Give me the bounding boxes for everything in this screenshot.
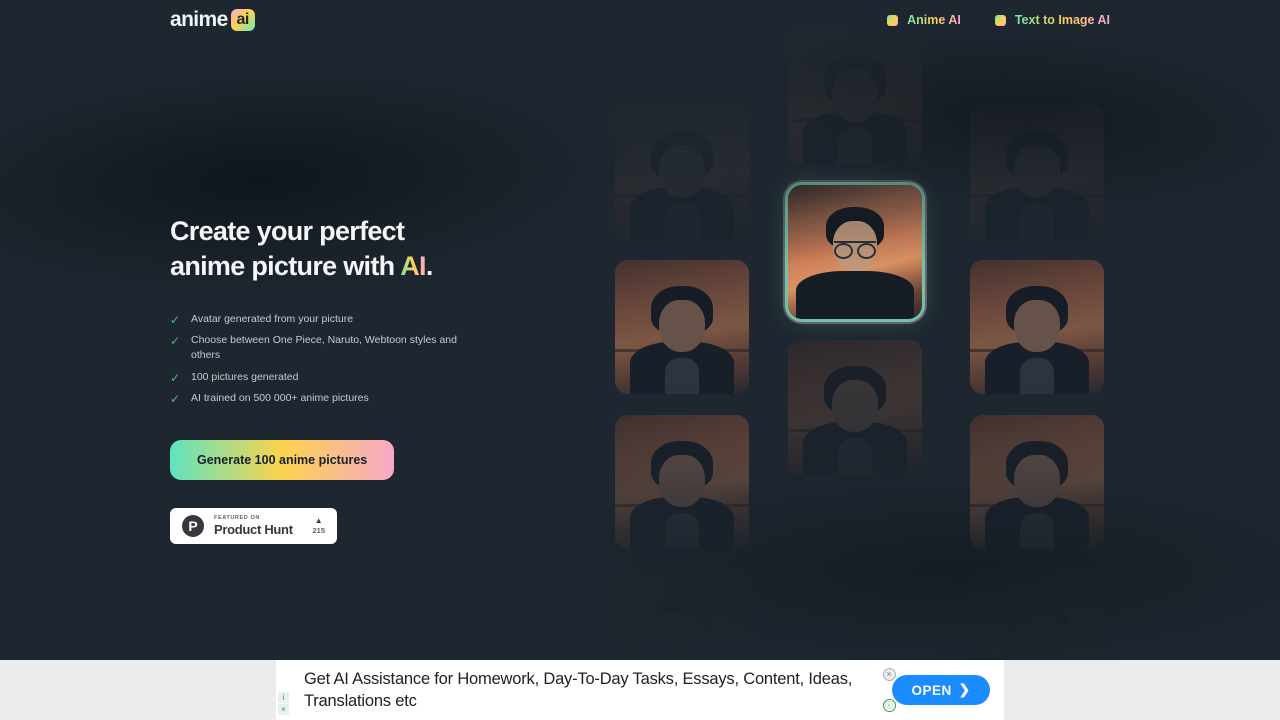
- adchoices-icon[interactable]: ⓘ: [882, 699, 896, 712]
- product-hunt-featured-label: FEATURED ON: [214, 514, 260, 521]
- gallery-grid: [600, 0, 1130, 660]
- hero-section: Create your perfect anime picture with A…: [170, 218, 570, 545]
- product-hunt-logo-icon: P: [182, 515, 204, 538]
- main-nav: Anime AI Text to Image AI: [887, 13, 1110, 27]
- gallery-tile[interactable]: [788, 340, 922, 474]
- chevron-right-icon: ❯: [958, 682, 971, 697]
- product-hunt-name: Product Hunt: [214, 522, 293, 538]
- headline-line-2: anime picture with AI.: [170, 253, 570, 280]
- nav-item-label: Anime AI: [907, 13, 961, 27]
- gallery-tile[interactable]: [615, 570, 749, 660]
- gradient-square-icon: [887, 14, 899, 26]
- logo[interactable]: anime ai: [170, 8, 255, 32]
- feature-label: AI trained on 500 000+ anime pictures: [191, 391, 369, 404]
- headline-accent-ai: AI: [400, 251, 426, 281]
- check-icon: ✓: [170, 334, 181, 349]
- nav-item-text-to-image-ai[interactable]: Text to Image AI: [994, 13, 1110, 27]
- product-hunt-badge[interactable]: P FEATURED ON Product Hunt ▲ 215: [170, 508, 337, 545]
- feature-list: ✓ Avatar generated from your picture ✓ C…: [170, 312, 570, 406]
- feature-label: Choose between One Piece, Naruto, Webtoo…: [191, 334, 457, 362]
- page-root: anime ai Anime AI Text to Image AI Creat…: [0, 0, 1280, 720]
- close-icon[interactable]: ×: [882, 668, 896, 681]
- check-icon: ✓: [170, 313, 181, 327]
- gallery-tile[interactable]: [615, 415, 749, 549]
- gallery-tile[interactable]: [615, 105, 749, 239]
- ad-controls: × ⓘ: [878, 660, 900, 720]
- page-title: Create your perfect anime picture with A…: [170, 218, 570, 280]
- generate-pictures-button[interactable]: Generate 100 anime pictures: [170, 440, 395, 481]
- ad-headline: Get AI Assistance for Homework, Day-To-D…: [304, 669, 853, 710]
- gradient-square-icon: [994, 14, 1006, 26]
- gallery-tile[interactable]: [970, 260, 1104, 394]
- ad-open-button[interactable]: OPEN ❯: [892, 675, 990, 705]
- logo-ai-badge-icon: ai: [230, 9, 255, 31]
- gallery-tile[interactable]: [970, 105, 1104, 239]
- gallery-tile[interactable]: [970, 570, 1104, 660]
- headline-line-1: Create your perfect: [170, 216, 405, 246]
- check-icon: ✓: [170, 370, 181, 385]
- headline-period: .: [425, 251, 433, 281]
- ad-open-label: OPEN: [911, 682, 952, 698]
- list-item: ✓ AI trained on 500 000+ anime pictures: [170, 391, 488, 406]
- product-hunt-text: FEATURED ON Product Hunt: [214, 514, 293, 538]
- gallery-column-2: [788, 30, 922, 495]
- gallery-tile-selected[interactable]: [788, 185, 922, 319]
- list-item: ✓ Choose between One Piece, Naruto, Webt…: [170, 333, 488, 363]
- gallery-column-3: [970, 105, 1104, 660]
- list-item: ✓ Avatar generated from your picture: [170, 312, 488, 327]
- nav-item-label: Text to Image AI: [1014, 13, 1110, 27]
- upvote-arrow-icon: ▲: [314, 516, 323, 526]
- gallery-column-1: [615, 105, 749, 660]
- feature-label: 100 pictures generated: [191, 370, 299, 383]
- list-item: ✓ 100 pictures generated: [170, 370, 488, 385]
- feature-label: Avatar generated from your picture: [191, 313, 354, 325]
- upvote-count: 215: [312, 526, 325, 536]
- ad-dismiss-icon[interactable]: ×: [278, 704, 289, 715]
- nav-item-anime-ai[interactable]: Anime AI: [887, 13, 961, 27]
- gallery-tile[interactable]: [788, 30, 922, 164]
- product-hunt-upvotes: ▲ 215: [312, 517, 325, 535]
- ad-banner: i × Get AI Assistance for Homework, Day-…: [0, 660, 1280, 720]
- headline-line-2-text: anime picture with: [170, 251, 401, 281]
- ad-side-badges: i ×: [278, 692, 289, 715]
- check-icon: ✓: [170, 391, 181, 406]
- gallery-tile[interactable]: [970, 415, 1104, 549]
- site-header: anime ai Anime AI Text to Image AI: [0, 0, 1280, 40]
- logo-wordmark: anime: [170, 8, 228, 31]
- gallery-tile[interactable]: [615, 260, 749, 394]
- ad-info-icon[interactable]: i: [278, 692, 289, 703]
